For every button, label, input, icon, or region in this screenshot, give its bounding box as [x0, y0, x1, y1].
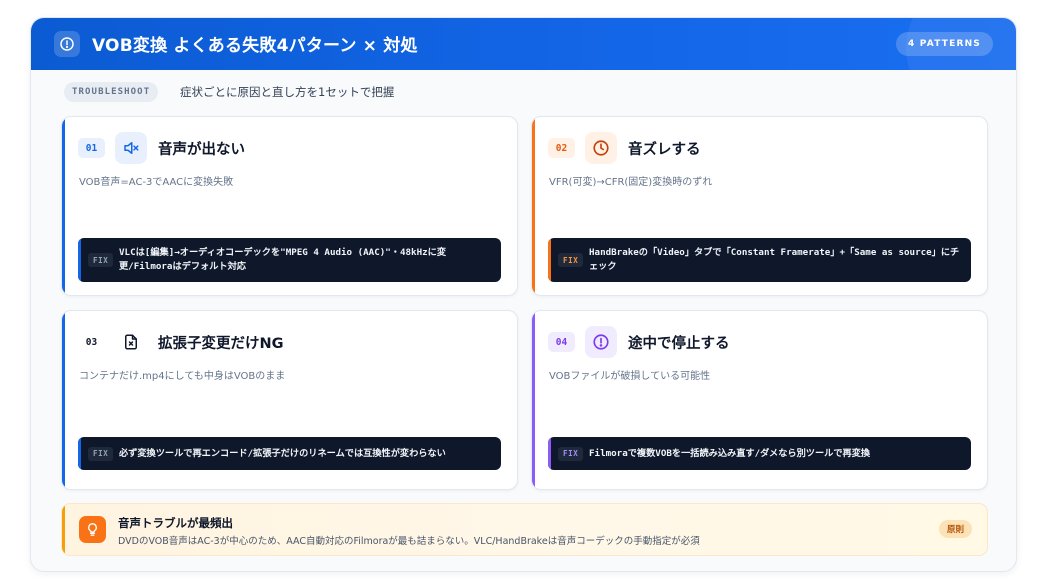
fix-box: FIX VLCは[編集]→オーディオコーデックを"MPEG 4 Audio (A… — [78, 238, 501, 282]
alert-circle-icon — [54, 31, 80, 57]
fix-tag: FIX — [558, 446, 584, 461]
header-bar: VOB変換 よくある失敗4パターン × 対処 4 PATTERNS — [31, 18, 1016, 118]
card-title: 拡張子変更だけNG — [158, 336, 284, 352]
file-x-icon — [115, 326, 147, 358]
fix-box: FIX 必ず変換ツールで再エンコード/拡張子だけのリネームでは互換性が変わらない — [78, 437, 501, 470]
lightbulb-icon — [79, 516, 106, 543]
fix-text: Filmoraで複数VOBを一括読み込み直す/ダメなら別ツールで再変換 — [589, 447, 871, 459]
card-number: 02 — [548, 138, 575, 158]
card-title: 音声が出ない — [158, 142, 245, 158]
card-title: 途中で停止する — [628, 336, 730, 352]
card-accent-bar — [62, 311, 65, 489]
card-description: VOBファイルが破損している可能性 — [549, 371, 711, 382]
fix-box: FIX Filmoraで複数VOBを一括読み込み直す/ダメなら別ツールで再変換 — [548, 437, 971, 470]
fix-tag: FIX — [88, 446, 114, 461]
fix-accent-bar — [78, 238, 81, 282]
volume-mute-icon — [115, 132, 147, 164]
pattern-card-2: 02 音ズレする VFR(可変)→CFR(固定)変換時のずれ FIX HandB… — [531, 116, 988, 296]
card-description: コンテナだけ.mp4にしても中身はVOBのまま — [79, 371, 286, 382]
fix-accent-bar — [548, 238, 551, 282]
subheader-text: 症状ごとに原因と直し方を1セットで把握 — [180, 85, 395, 99]
principle-badge: 原則 — [938, 520, 972, 538]
pattern-card-4: 04 途中で停止する VOBファイルが破損している可能性 FIX Filmora… — [531, 310, 988, 490]
card-number: 04 — [548, 332, 575, 352]
card-number: 01 — [78, 138, 105, 158]
callout-text: DVDのVOB音声はAC-3が中心のため、AAC自動対応のFilmoraが最も詰… — [118, 536, 700, 547]
troubleshoot-tag: TROUBLESHOOT — [64, 82, 159, 102]
main-panel: VOB変換 よくある失敗4パターン × 対処 4 PATTERNS TROUBL… — [30, 17, 1017, 572]
callout-accent-bar — [62, 504, 65, 555]
pattern-card-1: 01 音声が出ない VOB音声=AC-3でAACに変換失敗 FIX VLCは[編… — [61, 116, 518, 296]
fix-text: 必ず変換ツールで再エンコード/拡張子だけのリネームでは互換性が変わらない — [119, 447, 446, 459]
card-title: 音ズレする — [628, 142, 701, 158]
pattern-card-3: 03 拡張子変更だけNG コンテナだけ.mp4にしても中身はVOBのまま FIX… — [61, 310, 518, 490]
card-accent-bar — [62, 117, 65, 295]
fix-text: VLCは[編集]→オーディオコーデックを"MPEG 4 Audio (AAC)"… — [119, 247, 447, 272]
patterns-badge: 4 PATTERNS — [895, 32, 993, 56]
fix-tag: FIX — [558, 253, 584, 267]
page-title: VOB変換 よくある失敗4パターン × 対処 — [92, 36, 418, 56]
fix-box: FIX HandBrakeの「Video」タブで「Constant Framer… — [548, 238, 971, 282]
card-description: VOB音声=AC-3でAACに変換失敗 — [79, 177, 234, 188]
clock-icon — [585, 132, 617, 164]
fix-accent-bar — [548, 437, 551, 470]
card-description: VFR(可変)→CFR(固定)変換時のずれ — [549, 177, 713, 188]
callout-title: 音声トラブルが最頻出 — [118, 516, 233, 530]
fix-accent-bar — [78, 437, 81, 470]
alert-circle-icon — [585, 326, 617, 358]
card-accent-bar — [532, 117, 535, 295]
card-accent-bar — [532, 311, 535, 489]
card-number: 03 — [78, 332, 105, 352]
fix-tag: FIX — [88, 253, 114, 267]
summary-callout: 音声トラブルが最頻出 DVDのVOB音声はAC-3が中心のため、AAC自動対応の… — [61, 503, 988, 556]
fix-text: HandBrakeの「Video」タブで「Constant Framerate」… — [589, 247, 960, 272]
